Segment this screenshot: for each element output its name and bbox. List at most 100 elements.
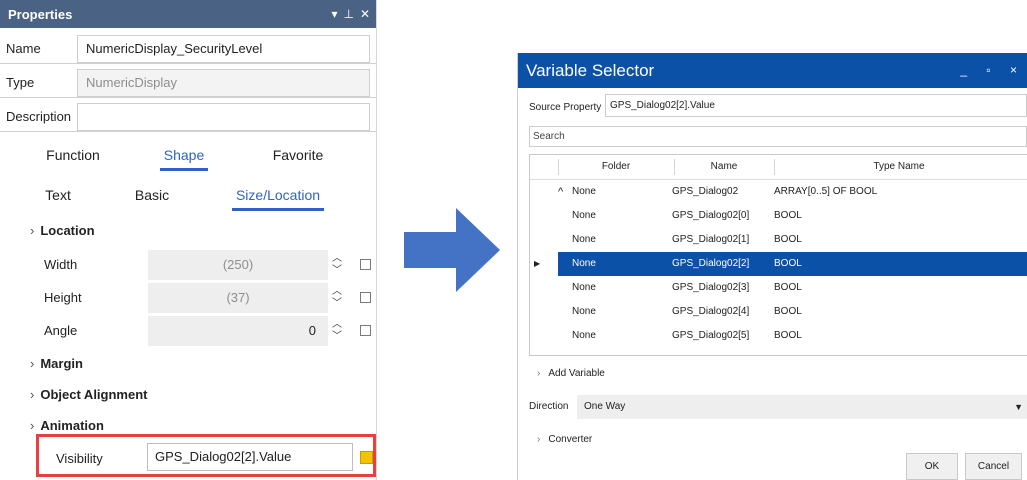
direction-select[interactable]: One Way ▼ xyxy=(577,395,1027,419)
column-header-type-name[interactable]: Type Name xyxy=(774,155,1024,179)
direction-label: Direction xyxy=(529,401,569,412)
window-controls[interactable]: _ ▫ × xyxy=(960,53,1025,88)
add-variable-label: Add Variable xyxy=(548,368,605,379)
row-type: BOOL xyxy=(774,330,802,341)
description-label: Description xyxy=(6,109,72,124)
column-header-name[interactable]: Name xyxy=(674,155,774,179)
height-spinner-icon[interactable]: ︿ ﹀ xyxy=(331,286,343,310)
selected-row-highlight: None GPS_Dialog02[2] BOOL xyxy=(558,252,1027,276)
table-row[interactable]: None GPS_Dialog02[3] BOOL xyxy=(530,276,1027,300)
margin-group[interactable]: › Margin xyxy=(30,354,83,374)
search-input[interactable]: Search xyxy=(529,126,1027,147)
tab-shape[interactable]: Shape xyxy=(160,143,208,173)
cancel-button[interactable]: Cancel xyxy=(965,453,1022,480)
row-folder: None xyxy=(572,282,596,293)
location-group[interactable]: › Location xyxy=(30,221,95,241)
panel-menu-icon[interactable]: ▾ xyxy=(331,7,337,21)
chevron-right-icon: › xyxy=(30,223,35,238)
height-value[interactable]: (37) xyxy=(148,283,328,313)
margin-group-label: Margin xyxy=(40,356,83,371)
angle-label: Angle xyxy=(44,323,78,338)
visibility-label: Visibility xyxy=(56,451,103,466)
row-type: BOOL xyxy=(774,210,802,221)
dialog-title: Variable Selector xyxy=(526,61,655,80)
row-type: BOOL xyxy=(774,234,802,245)
height-row: Height (37) ︿ ﹀ xyxy=(30,283,375,313)
animation-group[interactable]: › Animation xyxy=(30,416,104,436)
row-folder: None xyxy=(572,234,596,245)
close-icon[interactable]: ✕ xyxy=(360,7,370,21)
table-row[interactable]: None GPS_Dialog02[4] BOOL xyxy=(530,300,1027,324)
add-variable-expander[interactable]: › Add Variable xyxy=(537,367,605,381)
converter-label: Converter xyxy=(548,434,593,445)
type-field: NumericDisplay xyxy=(77,69,370,97)
table-row[interactable]: None GPS_Dialog02[5] BOOL xyxy=(530,324,1027,348)
height-label: Height xyxy=(44,290,82,305)
direction-value: One Way xyxy=(584,401,626,412)
description-row: Description xyxy=(0,102,376,132)
converter-expander[interactable]: › Converter xyxy=(537,433,592,447)
dropdown-arrow-icon: ▼ xyxy=(1014,402,1023,412)
animation-group-label: Animation xyxy=(40,418,104,433)
current-row-icon: ▶ xyxy=(534,259,541,268)
width-spinner-icon[interactable]: ︿ ﹀ xyxy=(331,253,343,277)
row-folder: None xyxy=(572,210,596,221)
row-name: GPS_Dialog02[0] xyxy=(672,210,750,221)
properties-title-bar: Properties ▾ ⊥ ✕ xyxy=(0,0,376,28)
row-type: BOOL xyxy=(774,258,802,269)
width-label: Width xyxy=(44,257,78,272)
table-row-selected[interactable]: ▶ None GPS_Dialog02[2] BOOL xyxy=(530,252,1027,276)
table-row[interactable]: ^ None GPS_Dialog02 ARRAY[0..5] OF BOOL xyxy=(530,180,1027,204)
name-field[interactable]: NumericDisplay_SecurityLevel xyxy=(77,35,370,63)
tab-function[interactable]: Function xyxy=(44,143,102,173)
chevron-right-icon: › xyxy=(537,434,541,445)
tabs-row-2: Text Basic Size/Location xyxy=(0,183,376,213)
row-folder: None xyxy=(572,330,596,341)
chevron-right-icon: › xyxy=(537,368,541,379)
angle-value[interactable]: 0 xyxy=(148,316,328,346)
tab-favorite[interactable]: Favorite xyxy=(270,143,326,173)
variables-grid: Folder Name Type Name ^ None GPS_Dialog0… xyxy=(529,154,1027,356)
row-name: GPS_Dialog02 xyxy=(672,186,739,197)
pin-icon[interactable]: ⊥ xyxy=(343,7,353,21)
tab-size-location[interactable]: Size/Location xyxy=(232,183,324,213)
arrow-right-icon xyxy=(404,208,500,292)
dialog-title-bar: Variable Selector _ ▫ × xyxy=(518,53,1027,88)
chevron-right-icon: › xyxy=(30,387,35,402)
row-folder: None xyxy=(572,258,596,269)
chevron-right-icon: › xyxy=(30,356,35,371)
variable-selector-dialog: Variable Selector _ ▫ × Source Property … xyxy=(517,53,1027,480)
row-type: BOOL xyxy=(774,306,802,317)
name-label: Name xyxy=(6,41,41,56)
angle-spinner-icon[interactable]: ︿ ﹀ xyxy=(331,319,343,343)
column-header-folder[interactable]: Folder xyxy=(558,155,674,179)
width-value[interactable]: (250) xyxy=(148,250,328,280)
collapse-icon[interactable]: ^ xyxy=(558,180,563,204)
binding-indicator[interactable] xyxy=(360,451,373,464)
table-row[interactable]: None GPS_Dialog02[0] BOOL xyxy=(530,204,1027,228)
angle-row: Angle 0 ︿ ﹀ xyxy=(30,316,375,346)
name-row: Name NumericDisplay_SecurityLevel xyxy=(0,34,376,64)
ok-button[interactable]: OK xyxy=(906,453,958,480)
object-alignment-group[interactable]: › Object Alignment xyxy=(30,385,147,405)
source-property-field[interactable]: GPS_Dialog02[2].Value xyxy=(605,94,1027,117)
description-field[interactable] xyxy=(77,103,370,131)
type-row: Type NumericDisplay xyxy=(0,68,376,98)
height-checkbox[interactable] xyxy=(360,292,371,303)
row-name: GPS_Dialog02[2] xyxy=(672,258,750,269)
row-name: GPS_Dialog02[5] xyxy=(672,330,750,341)
tab-basic[interactable]: Basic xyxy=(134,183,170,213)
angle-checkbox[interactable] xyxy=(360,325,371,336)
tab-text[interactable]: Text xyxy=(44,183,72,213)
source-property-label: Source Property xyxy=(529,102,602,113)
location-group-label: Location xyxy=(40,223,95,238)
grid-header: Folder Name Type Name xyxy=(530,155,1027,180)
width-checkbox[interactable] xyxy=(360,259,371,270)
object-alignment-group-label: Object Alignment xyxy=(40,387,148,402)
properties-title: Properties xyxy=(8,6,73,22)
row-name: GPS_Dialog02[4] xyxy=(672,306,750,317)
visibility-field[interactable]: GPS_Dialog02[2].Value xyxy=(147,443,353,471)
chevron-right-icon: › xyxy=(30,418,35,433)
table-row[interactable]: None GPS_Dialog02[1] BOOL xyxy=(530,228,1027,252)
width-row: Width (250) ︿ ﹀ xyxy=(30,250,375,280)
